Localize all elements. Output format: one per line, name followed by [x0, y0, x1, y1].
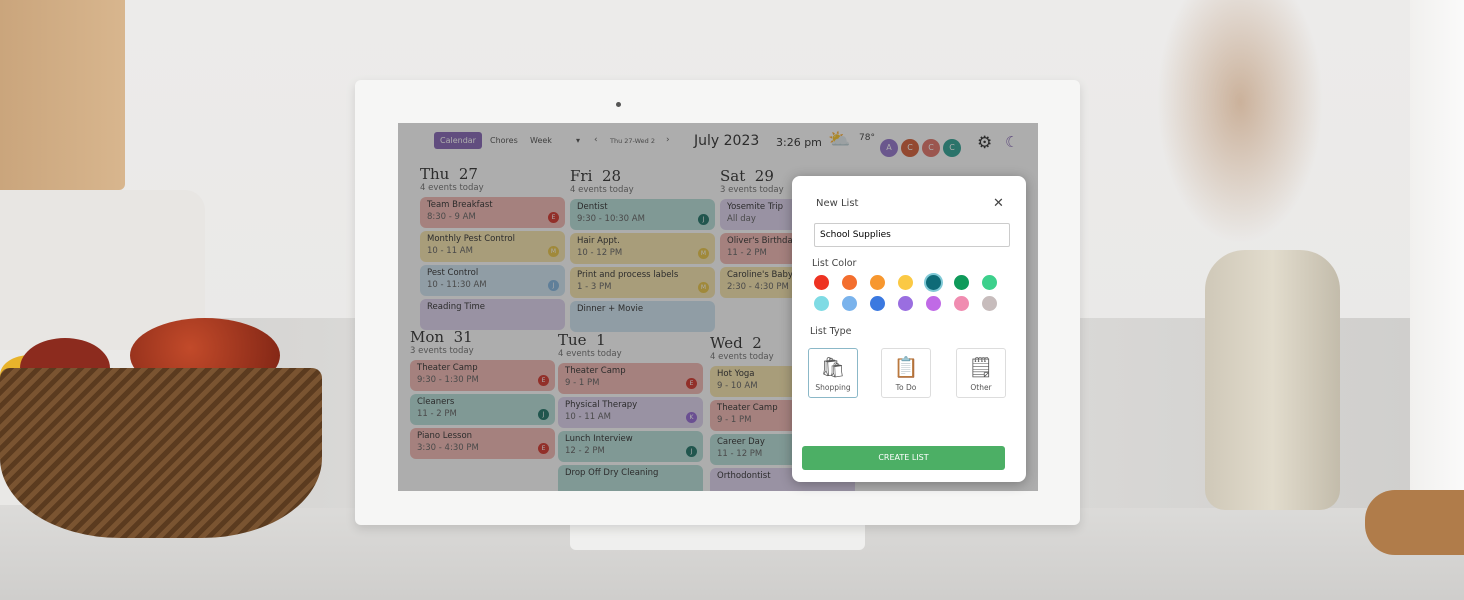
vase [1205, 250, 1340, 510]
clipboard-icon: 📋 [893, 355, 919, 379]
color-swatch[interactable] [926, 296, 941, 311]
list-type-todo[interactable]: 📋 To Do [881, 348, 931, 398]
color-swatch[interactable] [870, 296, 885, 311]
color-swatch[interactable] [870, 275, 885, 290]
device-stand [570, 522, 865, 550]
new-list-dialog: New List ✕ List Color List Type 🛍 Shoppin… [792, 176, 1026, 482]
list-color-label: List Color [812, 258, 857, 269]
color-swatch[interactable] [842, 275, 857, 290]
list-name-input[interactable] [814, 223, 1010, 247]
shopping-bag-icon: 🛍 [820, 355, 846, 379]
list-type-shopping[interactable]: 🛍 Shopping [808, 348, 858, 398]
list-type-label: List Type [810, 326, 852, 337]
color-swatch[interactable] [982, 275, 997, 290]
color-swatch[interactable] [926, 275, 941, 290]
list-type-other[interactable]: 🗒 Other [956, 348, 1006, 398]
dried-flowers [1150, 0, 1330, 255]
close-icon[interactable]: ✕ [993, 196, 1004, 211]
color-swatch[interactable] [898, 275, 913, 290]
white-canister [1410, 0, 1464, 505]
fruit-basket [0, 368, 322, 538]
color-swatch[interactable] [842, 296, 857, 311]
list-type-label-text: To Do [895, 383, 917, 392]
list-type-label-text: Other [970, 383, 992, 392]
color-swatch[interactable] [954, 296, 969, 311]
color-swatch[interactable] [954, 275, 969, 290]
camera [616, 102, 621, 107]
color-swatch[interactable] [982, 296, 997, 311]
color-swatch[interactable] [814, 296, 829, 311]
create-list-button[interactable]: CREATE LIST [802, 446, 1005, 470]
color-swatch[interactable] [898, 296, 913, 311]
notepad-icon: 🗒 [968, 355, 994, 379]
cutting-board [0, 0, 125, 190]
dialog-title: New List [816, 198, 859, 209]
color-swatch[interactable] [814, 275, 829, 290]
wooden-base [1365, 490, 1464, 555]
list-type-label-text: Shopping [815, 383, 851, 392]
color-picker [814, 275, 1014, 311]
